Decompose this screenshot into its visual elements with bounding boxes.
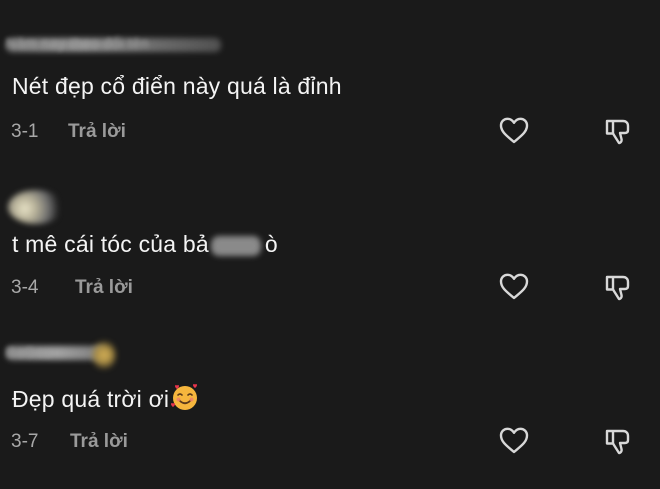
heart-icon[interactable] [498, 115, 530, 147]
reply-button[interactable]: Trả lời [70, 431, 128, 453]
reply-button[interactable]: Trả lời [75, 277, 133, 299]
comment-item: Năm nay theo đổi tên Nét đẹp cổ điển này… [0, 0, 660, 160]
redacted-blur [210, 235, 261, 256]
thumbs-down-icon[interactable] [602, 115, 634, 147]
comment-item: t mê cái tóc của bả ò 3-4 Trả lời [0, 160, 660, 310]
comment-username[interactable]: Năm nay theo đổi tên [6, 35, 149, 51]
smiling-face-with-hearts-icon [170, 382, 200, 412]
thumbs-down-icon[interactable] [602, 271, 634, 303]
heart-icon[interactable] [498, 425, 530, 457]
comment-text-main: Đẹp quá trời ơi [12, 386, 170, 412]
avatar[interactable] [92, 340, 116, 370]
comment-text: t mê cái tóc của bả ò [12, 231, 278, 258]
thumbs-down-icon[interactable] [602, 425, 634, 457]
comment-item: BaGau Đẹp quá trời ơi 3-7 Trả lời [0, 330, 660, 489]
comment-username[interactable]: BaGau [6, 344, 52, 360]
comment-text-after: ò [264, 231, 278, 257]
heart-icon[interactable] [498, 271, 530, 303]
comment-date: 3-7 [11, 431, 39, 452]
comment-text: Nét đẹp cổ điển này quá là đỉnh [12, 73, 342, 99]
comment-date: 3-4 [11, 277, 39, 298]
reply-button[interactable]: Trả lời [68, 121, 126, 143]
comment-text-before: t mê cái tóc của bả [12, 231, 209, 257]
comment-date: 3-1 [11, 121, 39, 142]
comment-text: Đẹp quá trời ơi [12, 382, 200, 413]
avatar[interactable] [8, 190, 64, 224]
